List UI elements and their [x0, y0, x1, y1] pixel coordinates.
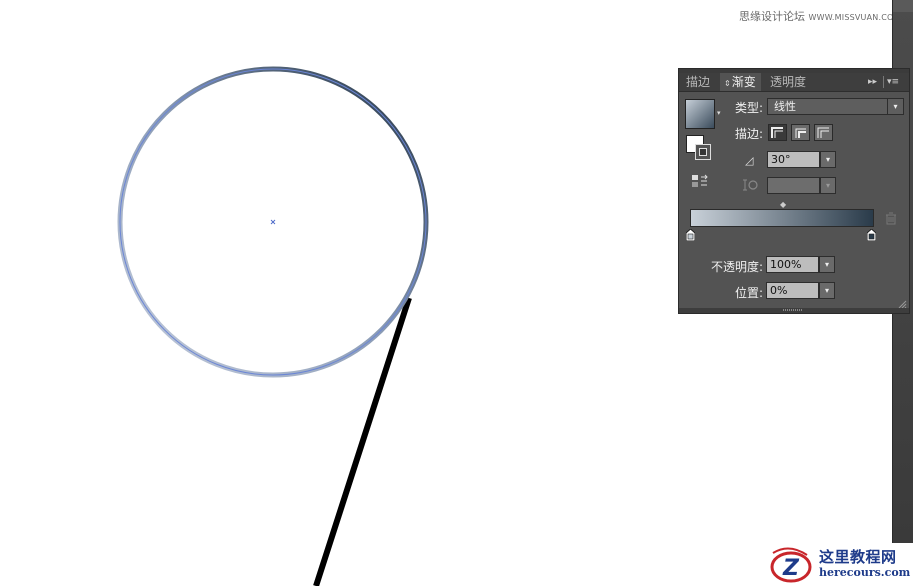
chevron-down-icon[interactable]: ▾ [887, 99, 903, 114]
opacity-field[interactable]: 100% ▾ [766, 256, 835, 273]
reverse-gradient-icon[interactable] [691, 173, 709, 189]
stroke-across-button[interactable] [814, 124, 833, 141]
location-field[interactable]: 0% ▾ [766, 282, 835, 299]
gradient-stop-start[interactable] [686, 229, 695, 241]
tab-stroke[interactable]: 描边 [681, 73, 715, 91]
stroke-along-icon [795, 128, 806, 138]
tab-transparency[interactable]: 透明度 [765, 73, 811, 91]
location-label: 位置: [735, 286, 764, 300]
swatch-dropdown-icon[interactable]: ▾ [717, 109, 721, 117]
gradient-swatch[interactable] [685, 99, 715, 129]
gradient-stop-end[interactable] [867, 229, 876, 241]
tab-gradient[interactable]: ⇕渐变 [720, 73, 761, 91]
chevron-down-icon[interactable]: ▾ [819, 282, 835, 299]
chevron-down-icon: ▾ [820, 177, 836, 194]
logo-url: herecours.com [819, 566, 911, 579]
tab-separator [883, 76, 884, 88]
stroke-label: 描边: [735, 127, 764, 141]
gradient-panel: 描边 ⇕渐变 透明度 ▸▸ ▾≡ ▾ 类型: 线性 ▾ 描边: ◿ 30° ▾ [678, 68, 910, 314]
panel-bottom-handle[interactable] [679, 308, 909, 313]
trash-icon[interactable] [885, 212, 897, 225]
location-value: 0% [770, 284, 788, 297]
aspect-ratio-icon [743, 179, 758, 191]
gradient-slider[interactable] [690, 209, 874, 227]
logo-letter: Z [782, 556, 800, 581]
tab-gradient-label: 渐变 [731, 75, 756, 89]
type-value: 线性 [774, 100, 796, 113]
watermark: 思缘设计论坛 WWW.MISSVUAN.COM [739, 8, 901, 24]
updown-icon: ⇕ [724, 79, 731, 88]
stroke-across-icon [817, 127, 829, 138]
stroke-along-button[interactable] [791, 124, 810, 141]
center-point-icon [270, 219, 276, 225]
panel-menu-icon[interactable]: ▾≡ [887, 73, 899, 91]
type-label: 类型: [735, 101, 764, 115]
opacity-value: 100% [770, 258, 802, 271]
logo-z-icon: Z [770, 547, 812, 583]
site-logo: Z 这里教程网 herecours.com [765, 543, 913, 586]
fill-stroke-toggle[interactable] [686, 135, 716, 165]
angle-value: 30° [771, 153, 791, 166]
stroke-within-button[interactable] [768, 124, 787, 141]
type-select[interactable]: 线性 ▾ [767, 98, 904, 115]
chevron-down-icon[interactable]: ▾ [820, 151, 836, 168]
collapse-icon[interactable]: ▸▸ [868, 73, 877, 91]
logo-text: 这里教程网 [819, 548, 897, 566]
watermark-site: WWW.MISSVUAN.COM [808, 13, 901, 22]
aspect-ratio-field: ▾ [767, 177, 836, 194]
watermark-cn: 思缘设计论坛 [739, 10, 805, 23]
angle-icon: ◿ [745, 154, 754, 167]
stroke-within-icon [771, 127, 783, 138]
opacity-label: 不透明度: [711, 260, 764, 274]
chevron-down-icon[interactable]: ▾ [819, 256, 835, 273]
midpoint-diamond-icon[interactable]: ◆ [780, 200, 786, 209]
black-stroke-line[interactable] [313, 297, 412, 586]
stroke-swatch[interactable] [695, 144, 711, 160]
angle-field[interactable]: 30° ▾ [767, 151, 836, 168]
panel-tabbar: 描边 ⇕渐变 透明度 ▸▸ ▾≡ [679, 73, 909, 92]
